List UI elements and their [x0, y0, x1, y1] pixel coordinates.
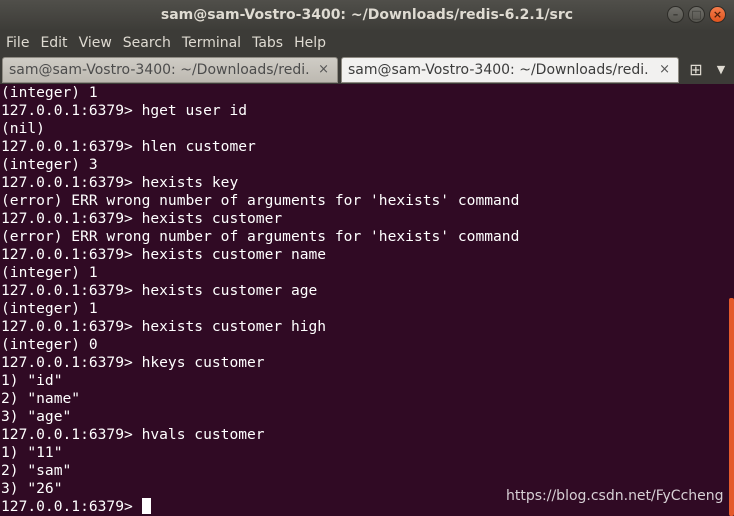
terminal-line: 127.0.0.1:6379> hexists key: [1, 174, 239, 191]
menu-view[interactable]: View: [75, 30, 116, 56]
new-tab-icon[interactable]: ⊞: [686, 60, 706, 80]
terminal-line: 2) "sam": [1, 462, 72, 479]
terminal-line: 127.0.0.1:6379> hexists customer age: [1, 282, 318, 299]
window-title: sam@sam-Vostro-3400: ~/Downloads/redis-6…: [160, 7, 574, 23]
terminal-line: (integer) 0: [1, 336, 98, 353]
terminal-line: 3) "age": [1, 408, 72, 425]
terminal-line: (nil): [1, 120, 45, 137]
menu-terminal[interactable]: Terminal: [178, 30, 245, 56]
terminal-line: (error) ERR wrong number of arguments fo…: [1, 228, 520, 245]
tab-close-icon[interactable]: ×: [659, 58, 670, 82]
scrollbar-thumb[interactable]: [729, 298, 734, 516]
menu-edit[interactable]: Edit: [36, 30, 71, 56]
menu-tabs[interactable]: Tabs: [248, 30, 287, 56]
menu-help[interactable]: Help: [290, 30, 330, 56]
terminal-line: 127.0.0.1:6379> hlen customer: [1, 138, 256, 155]
text-cursor: [141, 498, 151, 514]
menu-bar: File Edit View Search Terminal Tabs Help: [0, 30, 734, 56]
tab-close-icon[interactable]: ×: [318, 58, 329, 82]
terminal-line: (integer) 1: [1, 84, 98, 101]
terminal-line: 1) "id": [1, 372, 63, 389]
terminal-line: (integer) 1: [1, 300, 98, 317]
minimize-icon[interactable]: –: [667, 6, 684, 23]
terminal-line: 127.0.0.1:6379> hexists customer high: [1, 318, 327, 335]
terminal-line: 127.0.0.1:6379> hexists customer: [1, 210, 283, 227]
terminal-line: (integer) 1: [1, 264, 98, 281]
menu-search[interactable]: Search: [119, 30, 175, 56]
maximize-icon[interactable]: □: [688, 6, 705, 23]
terminal-output[interactable]: (integer) 1 127.0.0.1:6379> hget user id…: [0, 84, 726, 516]
terminal-line: 127.0.0.1:6379> hget user id: [1, 102, 248, 119]
terminal-prompt: 127.0.0.1:6379>: [1, 498, 142, 515]
terminal-line: 127.0.0.1:6379> hexists customer name: [1, 246, 327, 263]
tab-bar: sam@sam-Vostro-3400: ~/Downloads/redi...…: [0, 56, 734, 84]
menu-file[interactable]: File: [2, 30, 33, 56]
window-controls: – □ ×: [667, 6, 726, 23]
terminal-line: 127.0.0.1:6379> hvals customer: [1, 426, 265, 443]
terminal-line: (error) ERR wrong number of arguments fo…: [1, 192, 520, 209]
tab-terminal-1[interactable]: sam@sam-Vostro-3400: ~/Downloads/redi...…: [2, 57, 338, 83]
title-bar[interactable]: sam@sam-Vostro-3400: ~/Downloads/redis-6…: [0, 0, 734, 30]
terminal-line: 1) "11": [1, 444, 63, 461]
tab-terminal-2[interactable]: sam@sam-Vostro-3400: ~/Downloads/redi...…: [341, 57, 679, 83]
tab-label: sam@sam-Vostro-3400: ~/Downloads/redi...: [9, 62, 309, 78]
scrollbar[interactable]: [726, 84, 734, 516]
terminal-line: 127.0.0.1:6379> hkeys customer: [1, 354, 265, 371]
terminal-line: 2) "name": [1, 390, 81, 407]
terminal-line: (integer) 3: [1, 156, 98, 173]
terminal-window: sam@sam-Vostro-3400: ~/Downloads/redis-6…: [0, 0, 734, 516]
close-icon[interactable]: ×: [709, 6, 726, 23]
tab-menu-chevron-down-icon[interactable]: ▼: [713, 60, 729, 80]
tab-label: sam@sam-Vostro-3400: ~/Downloads/redi...: [348, 62, 648, 78]
watermark: https://blog.csdn.net/FyCcheng: [506, 488, 724, 504]
